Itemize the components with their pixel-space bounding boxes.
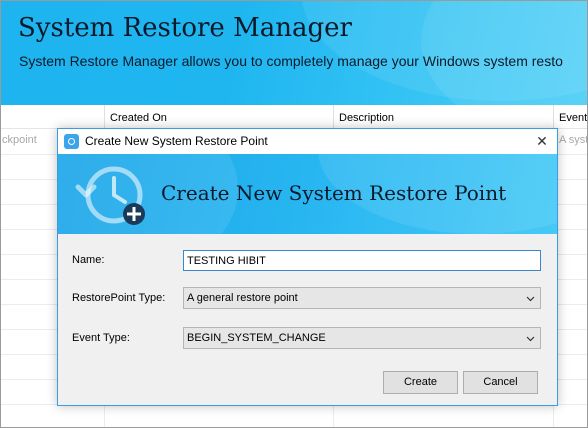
create-restore-point-dialog: Create New System Restore Point ✕ Create… — [57, 128, 558, 406]
dialog-banner: Create New System Restore Point — [58, 154, 557, 234]
restore-clock-plus-icon — [75, 166, 145, 225]
dialog-heading: Create New System Restore Point — [161, 181, 507, 205]
event-type-value: BEGIN_SYSTEM_CHANGE — [187, 332, 326, 344]
grid-cell-event[interactable]: A syst — [559, 134, 587, 146]
restore-points-grid-header: Created On Description Event — [1, 105, 587, 129]
name-input[interactable] — [183, 250, 541, 271]
app-subtitle: System Restore Manager allows you to com… — [19, 53, 563, 69]
restore-type-label: RestorePoint Type: — [72, 292, 166, 304]
event-type-select[interactable]: BEGIN_SYSTEM_CHANGE — [183, 327, 541, 349]
event-type-label: Event Type: — [72, 332, 130, 344]
restore-type-select[interactable]: A general restore point — [183, 287, 541, 309]
close-icon[interactable]: ✕ — [527, 129, 557, 154]
column-header-description[interactable]: Description — [333, 105, 553, 129]
app-title: System Restore Manager — [18, 13, 352, 43]
chevron-down-icon — [526, 336, 535, 342]
name-label: Name: — [72, 254, 105, 266]
restore-app-icon — [64, 134, 79, 149]
dialog-titlebar[interactable]: Create New System Restore Point ✕ — [58, 129, 557, 154]
column-header-name[interactable] — [1, 105, 104, 129]
column-header-created-on[interactable]: Created On — [104, 105, 333, 129]
cancel-button[interactable]: Cancel — [463, 371, 538, 394]
chevron-down-icon — [526, 296, 535, 302]
grid-cell-name[interactable]: ckpoint — [2, 134, 37, 146]
app-banner: System Restore Manager System Restore Ma… — [1, 1, 587, 105]
dialog-title: Create New System Restore Point — [85, 134, 268, 148]
create-button[interactable]: Create — [383, 371, 458, 394]
restore-type-value: A general restore point — [187, 292, 298, 304]
column-header-event[interactable]: Event — [553, 105, 587, 129]
